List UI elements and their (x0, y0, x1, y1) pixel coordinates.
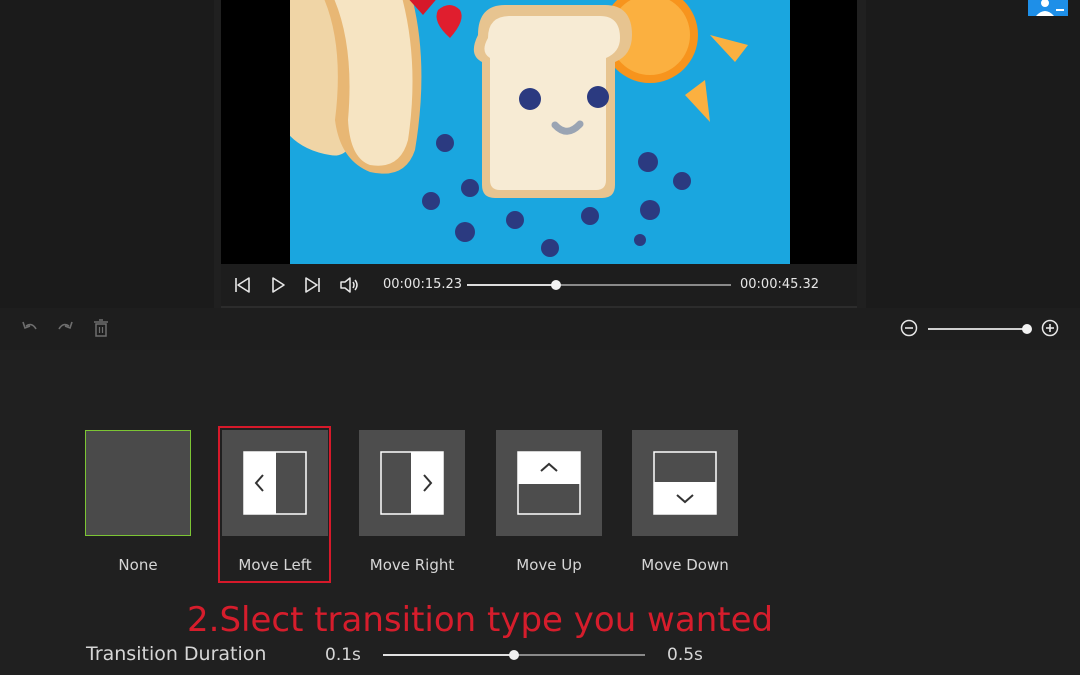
duration-max-label: 0.5s (667, 645, 703, 665)
annotation-instruction: 2.Slect transition type you wanted (187, 600, 774, 640)
video-preview (221, 0, 857, 264)
transition-none-label: None (118, 556, 158, 574)
zoom-slider[interactable] (928, 324, 1032, 334)
undo-icon[interactable] (20, 318, 40, 338)
user-icon[interactable] (1028, 0, 1068, 16)
volume-icon[interactable] (338, 274, 360, 296)
seek-slider[interactable] (467, 280, 731, 290)
transition-move-up-tile[interactable] (496, 430, 602, 536)
preview-image (290, 0, 790, 264)
player-controls: 00:00:15.23 00:00:45.32 (221, 264, 857, 308)
transition-move-right-label: Move Right (369, 556, 455, 574)
transition-move-down-label: Move Down (641, 556, 729, 574)
seek-thumb[interactable] (550, 280, 561, 290)
transition-move-up-label: Move Up (516, 556, 582, 574)
total-time: 00:00:45.32 (740, 277, 820, 292)
move-right-icon (380, 451, 444, 515)
duration-fill (383, 654, 514, 656)
trash-icon[interactable] (91, 318, 111, 338)
zoom-thumb[interactable] (1022, 324, 1032, 334)
play-icon[interactable] (267, 274, 289, 296)
zoom-in-icon[interactable] (1041, 319, 1059, 337)
skip-forward-icon[interactable] (302, 274, 324, 296)
zoom-out-icon[interactable] (900, 319, 918, 337)
skip-back-icon[interactable] (231, 274, 253, 296)
seek-progress (467, 284, 556, 286)
duration-slider[interactable] (383, 650, 645, 660)
annotation-highlight-box (218, 426, 331, 583)
transition-move-right-tile[interactable] (359, 430, 465, 536)
left-panel (0, 0, 214, 308)
current-time: 00:00:15.23 (383, 277, 463, 292)
redo-icon[interactable] (55, 318, 75, 338)
move-down-icon (653, 451, 717, 515)
transition-move-down-tile[interactable] (632, 430, 738, 536)
duration-thumb[interactable] (509, 650, 519, 660)
right-panel (866, 0, 1080, 308)
duration-min-label: 0.1s (325, 645, 361, 665)
transition-duration-label: Transition Duration (86, 643, 267, 665)
transition-none-tile[interactable] (85, 430, 191, 536)
move-up-icon (517, 451, 581, 515)
timeline-toolbar (0, 308, 1080, 350)
